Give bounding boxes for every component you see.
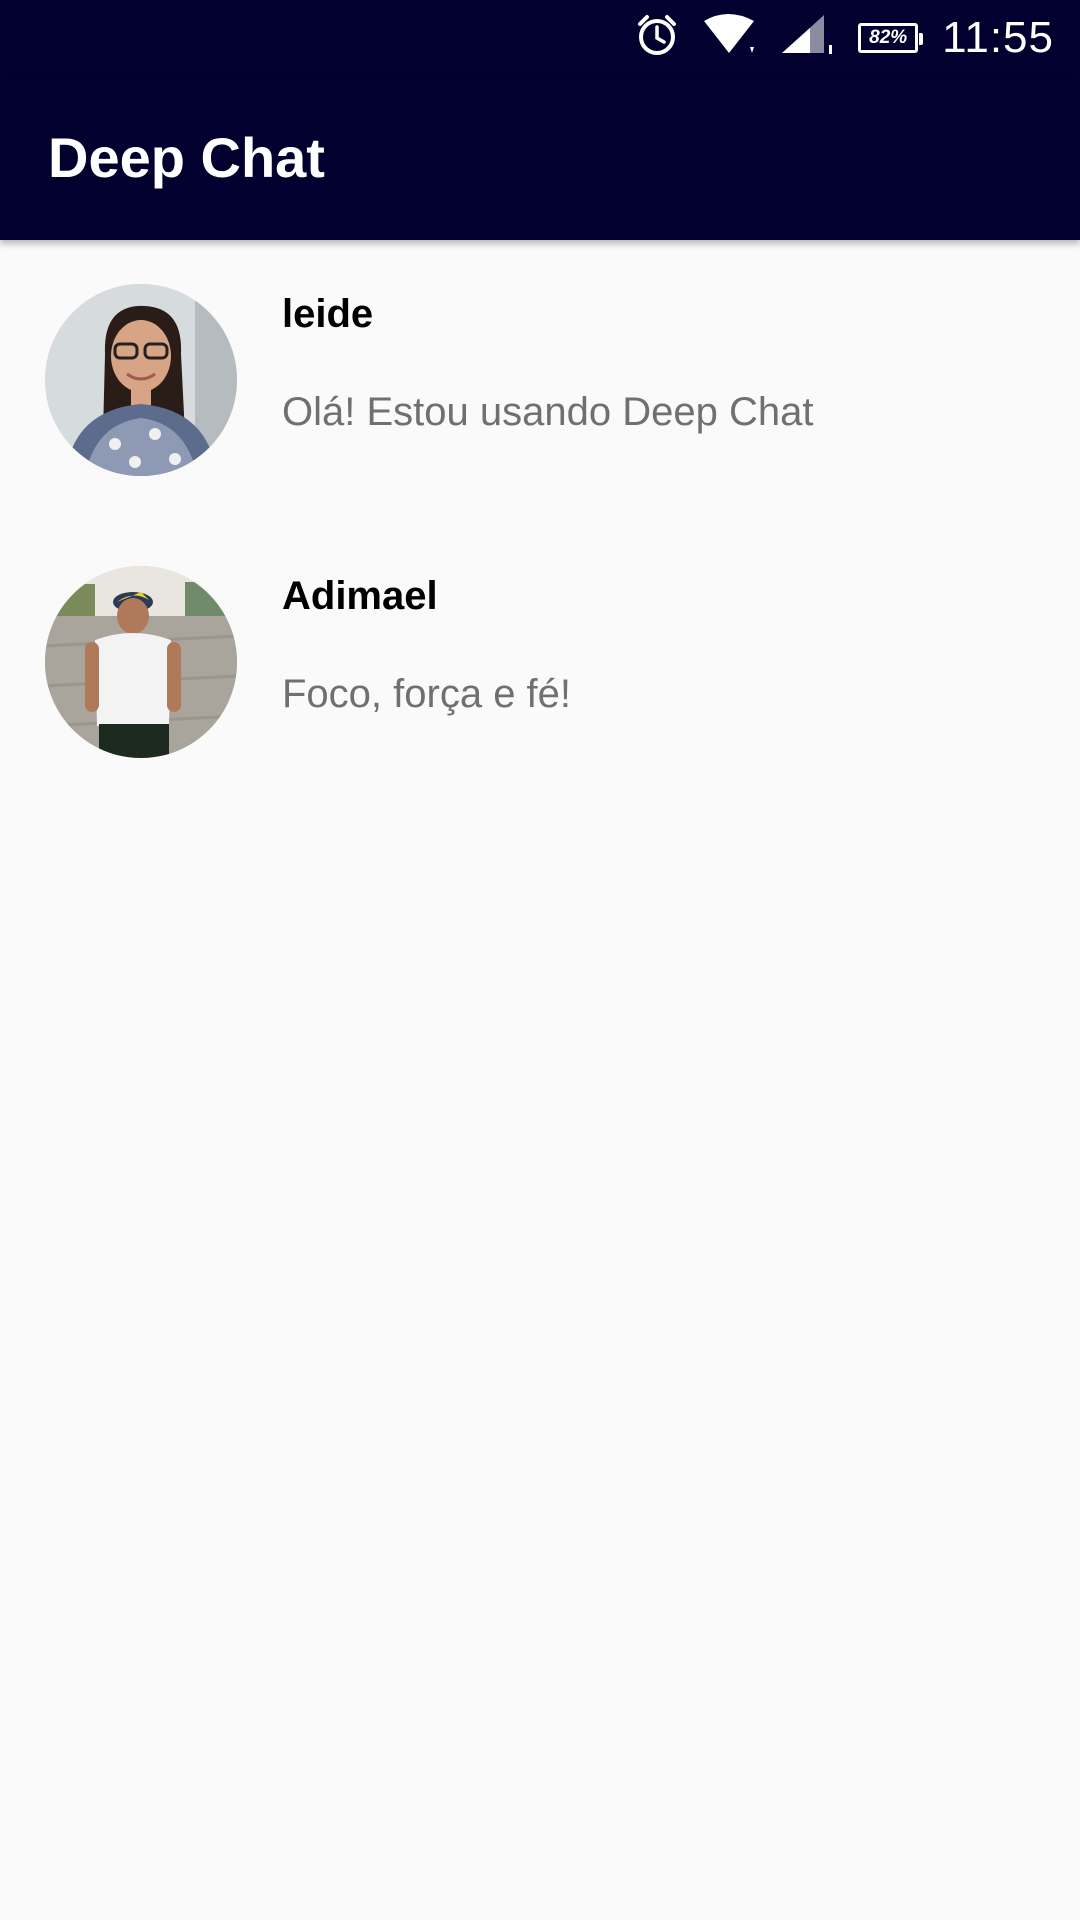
- battery-percent: 82%: [869, 26, 908, 48]
- alarm-icon: [634, 12, 680, 63]
- wifi-icon: [702, 13, 758, 62]
- status-bar: 82% 11:55: [0, 0, 1080, 75]
- status-clock: 11:55: [942, 12, 1054, 62]
- contact-status: Foco, força e fé!: [282, 672, 572, 716]
- avatar: [45, 566, 237, 758]
- cell-signal-icon: [780, 13, 836, 62]
- app-title: Deep Chat: [48, 126, 325, 189]
- status-icons: 82% 11:55: [634, 0, 1054, 75]
- contact-name: leide: [282, 292, 374, 336]
- chat-list-item[interactable]: leide Olá! Estou usando Deep Chat: [0, 240, 1080, 522]
- avatar: [45, 284, 237, 476]
- contact-status: Olá! Estou usando Deep Chat: [282, 390, 814, 434]
- contact-name: Adimael: [282, 574, 438, 618]
- chat-list-item[interactable]: Adimael Foco, força e fé!: [0, 522, 1080, 804]
- screen: 82% 11:55 Deep Chat leide Olá! Estou usa…: [0, 0, 1080, 1920]
- battery-icon: 82%: [858, 22, 924, 53]
- chat-list: leide Olá! Estou usando Deep Chat Adimae…: [0, 240, 1080, 804]
- app-bar: Deep Chat: [0, 75, 1080, 240]
